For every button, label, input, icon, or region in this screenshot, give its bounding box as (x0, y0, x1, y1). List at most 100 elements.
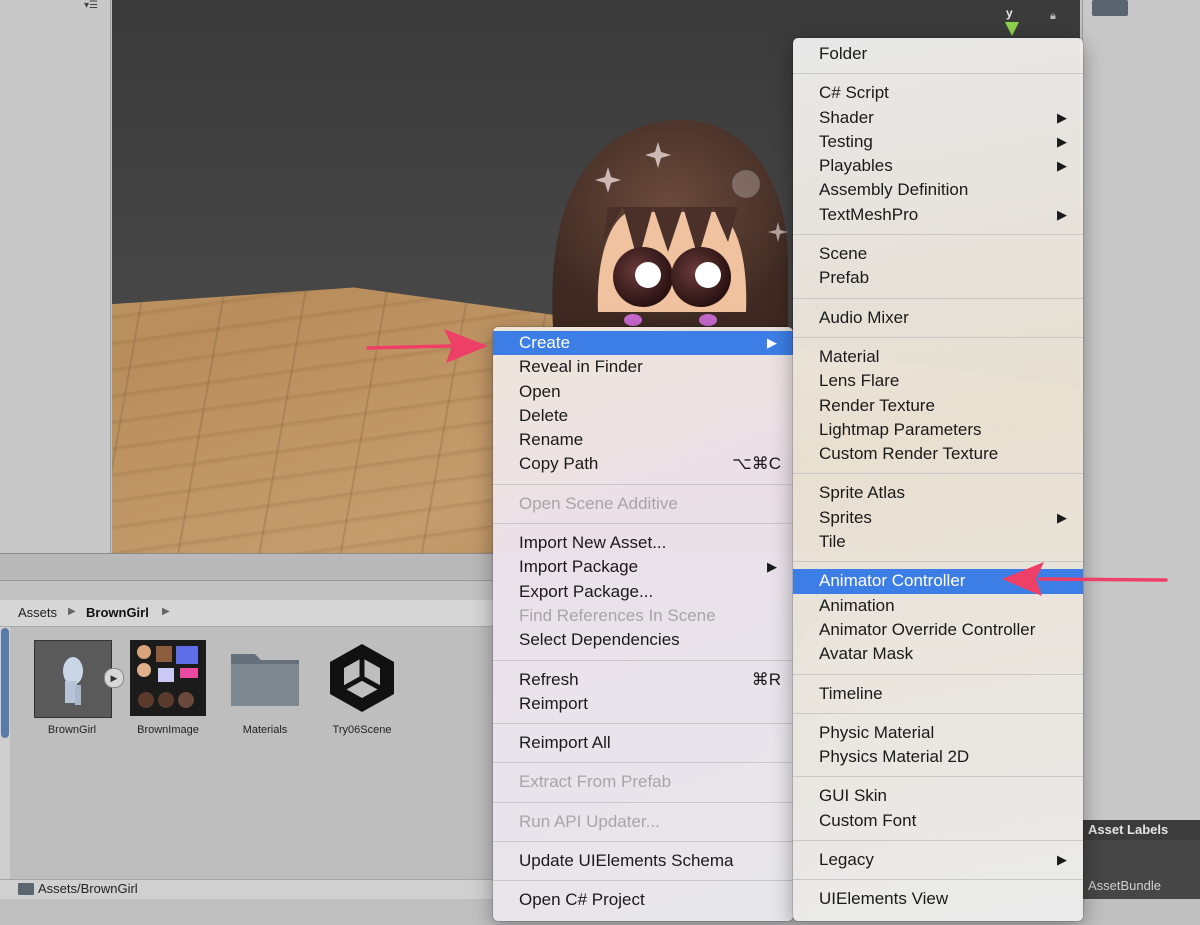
submenu-arrow-icon: ▶ (1057, 206, 1067, 222)
gizmo-y-cone-icon[interactable] (1005, 22, 1019, 36)
submenu-arrow-icon: ▶ (1057, 509, 1067, 525)
menu-item-physics-material-2d[interactable]: Physics Material 2D (793, 745, 1083, 769)
submenu-arrow-icon: ▶ (1057, 852, 1067, 868)
menu-item-playables[interactable]: Playables ▶ (793, 154, 1083, 178)
menu-item-legacy[interactable]: Legacy ▶ (793, 848, 1083, 872)
annotation-arrow-icon (1002, 562, 1168, 596)
breadcrumb-browngirl[interactable]: BrownGirl (86, 605, 149, 620)
menu-item-gui-skin[interactable]: GUI Skin (793, 784, 1083, 808)
menu-item-open[interactable]: Open (493, 380, 793, 404)
menu-item-find-references: Find References In Scene (519, 605, 716, 625)
menu-item-reimport-all[interactable]: Reimport All (493, 731, 793, 755)
menu-separator (493, 483, 793, 485)
annotation-arrow-icon (366, 329, 488, 363)
inspector-panel (1082, 0, 1200, 820)
asset-labels-header[interactable]: Asset Labels (1082, 820, 1200, 840)
menu-item-scene[interactable]: Scene (793, 242, 1083, 266)
menu-item-delete[interactable]: Delete (493, 404, 793, 428)
menu-separator (793, 297, 1083, 299)
menu-separator (493, 723, 793, 725)
menu-item-folder[interactable]: Folder (793, 42, 1083, 66)
folder-icon (18, 883, 34, 895)
menu-item-lens-flare[interactable]: Lens Flare (793, 369, 1083, 393)
menu-separator (493, 523, 793, 525)
folder-icon (227, 640, 303, 716)
menu-item-shader[interactable]: Shader ▶ (793, 106, 1083, 130)
panel-options-icon[interactable]: ▾☰ (84, 0, 104, 14)
model-icon (34, 640, 112, 718)
menu-item-lightmap-parameters[interactable]: Lightmap Parameters (793, 418, 1083, 442)
menu-item-update-uielements-schema[interactable]: Update UIElements Schema (493, 849, 793, 873)
menu-item-uielements-view[interactable]: UIElements View (793, 887, 1083, 911)
menu-item-avatar-mask[interactable]: Avatar Mask (793, 642, 1083, 666)
menu-item-animator-override-controller[interactable]: Animator Override Controller (793, 618, 1083, 642)
menu-item-open-scene-additive: Open Scene Additive (519, 493, 678, 513)
menu-separator (793, 73, 1083, 75)
menu-separator (493, 801, 793, 803)
breadcrumb-assets[interactable]: Assets (18, 605, 57, 620)
menu-item-prefab[interactable]: Prefab (793, 266, 1083, 290)
asset-bundle-label[interactable]: AssetBundle (1088, 878, 1161, 893)
lock-icon[interactable]: 🔒︎ (1050, 10, 1062, 22)
submenu-arrow-icon: ▶ (1057, 158, 1067, 174)
menu-item-reveal-in-finder[interactable]: Reveal in Finder (493, 355, 793, 379)
menu-separator (493, 659, 793, 661)
menu-item-reimport[interactable]: Reimport (493, 692, 793, 716)
menu-item-textmeshpro[interactable]: TextMeshPro ▶ (793, 203, 1083, 227)
asset-tile-materials[interactable]: Materials (225, 640, 305, 740)
menu-item-material[interactable]: Material (793, 345, 1083, 369)
menu-item-extract-from-prefab: Extract From Prefab (519, 772, 672, 792)
hierarchy-panel (0, 0, 111, 553)
breadcrumb-separator-icon: ▶ (68, 606, 76, 617)
scrollbar-thumb[interactable] (1, 628, 9, 738)
menu-item-refresh[interactable]: Refresh ⌘R (493, 668, 793, 692)
texture-icon (130, 640, 206, 716)
create-submenu: Folder C# Script Shader ▶ Testing ▶ Playab… (793, 38, 1083, 921)
asset-tile-try06scene[interactable]: Try06Scene (322, 640, 402, 740)
unity-scene-icon (324, 640, 400, 716)
menu-item-audio-mixer[interactable]: Audio Mixer (793, 306, 1083, 330)
menu-separator (493, 841, 793, 843)
expand-arrow-icon[interactable]: ▶ (104, 668, 124, 688)
menu-item-select-dependencies[interactable]: Select Dependencies (493, 628, 793, 652)
menu-item-import-package[interactable]: Import Package ▶ (493, 555, 793, 579)
menu-item-sprite-atlas[interactable]: Sprite Atlas (793, 481, 1083, 505)
inspector-thumbnail (1092, 0, 1128, 16)
menu-item-testing[interactable]: Testing ▶ (793, 130, 1083, 154)
menu-item-csharp-script[interactable]: C# Script (793, 81, 1083, 105)
submenu-arrow-icon: ▶ (1057, 109, 1067, 125)
breadcrumb-separator-icon: ▶ (162, 606, 170, 617)
menu-item-import-new-asset[interactable]: Import New Asset... (493, 531, 793, 555)
menu-separator (793, 234, 1083, 236)
menu-item-timeline[interactable]: Timeline (793, 682, 1083, 706)
menu-item-copy-path[interactable]: Copy Path ⌥⌘C (493, 452, 793, 476)
menu-separator (493, 880, 793, 882)
menu-item-custom-font[interactable]: Custom Font (793, 809, 1083, 833)
menu-separator (793, 879, 1083, 881)
menu-item-assembly-definition[interactable]: Assembly Definition (793, 178, 1083, 202)
menu-item-create[interactable]: Create ▶ (493, 331, 793, 356)
menu-item-tile[interactable]: Tile (793, 530, 1083, 554)
menu-item-rename[interactable]: Rename (493, 428, 793, 452)
menu-item-sprites[interactable]: Sprites ▶ (793, 506, 1083, 530)
menu-item-render-texture[interactable]: Render Texture (793, 394, 1083, 418)
gizmo-y-axis-label[interactable]: y (1006, 6, 1013, 20)
submenu-arrow-icon: ▶ (767, 559, 777, 575)
menu-shortcut: ⌘R (751, 669, 781, 689)
menu-item-physic-material[interactable]: Physic Material (793, 721, 1083, 745)
character-model (548, 112, 793, 332)
asset-tile-brownimage[interactable]: BrownImage (128, 640, 208, 740)
path-label: Assets/BrownGirl (38, 881, 138, 896)
menu-item-open-csharp-project[interactable]: Open C# Project (493, 888, 793, 912)
asset-name: BrownGirl (47, 724, 97, 736)
menu-separator (793, 712, 1083, 714)
context-menu: Create ▶ Reveal in Finder Open Delete Ren… (493, 327, 793, 921)
asset-tile-browngirl[interactable]: ▶ BrownGirl (32, 640, 124, 740)
asset-name: BrownImage (137, 724, 199, 736)
menu-item-export-package[interactable]: Export Package... (493, 580, 793, 604)
menu-separator (793, 776, 1083, 778)
menu-separator (793, 840, 1083, 842)
menu-item-custom-render-texture[interactable]: Custom Render Texture (793, 442, 1083, 466)
menu-separator (793, 673, 1083, 675)
asset-name: Try06Scene (332, 724, 392, 736)
